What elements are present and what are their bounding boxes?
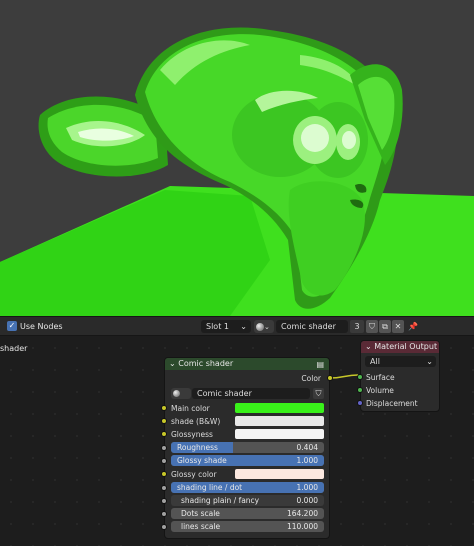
collapse-chevron-icon[interactable]: ⌄ [169, 359, 176, 368]
glossyness-label: Glossyness [171, 430, 213, 439]
output-target-dropdown[interactable]: All ⌄ [365, 356, 436, 367]
lines-scale-value: 110.000 [286, 522, 318, 531]
slot-dropdown[interactable]: Slot 1 ⌄ [201, 320, 251, 333]
comic-shader-node[interactable]: ⌄ Comic shader ▤ Color Comic shader ⛉ Ma… [161, 357, 333, 539]
material-sphere-icon [256, 322, 264, 331]
shading-line-slider[interactable]: shading line / dot 1.000 [171, 482, 324, 493]
chevron-down-icon: ⌄ [426, 357, 433, 366]
use-nodes-checkbox[interactable]: ✓ [7, 321, 17, 331]
group-browse-button[interactable] [171, 388, 191, 399]
lines-scale-field[interactable]: lines scale 110.000 [171, 521, 324, 532]
shading-line-label: shading line / dot [177, 483, 243, 492]
user-count: 3 [354, 322, 360, 331]
chevron-down-icon: ⌄ [264, 323, 270, 331]
surface-socket[interactable] [357, 374, 363, 380]
suzanne-render [0, 27, 474, 316]
slot-label: Slot 1 [206, 322, 229, 331]
dots-scale-label: Dots scale [181, 509, 220, 518]
comic-shader-title: Comic shader [178, 359, 234, 368]
volume-socket[interactable] [357, 387, 363, 393]
surface-label: Surface [366, 373, 395, 382]
main-color-socket[interactable] [161, 405, 167, 411]
node-editor-header: ✓ Use Nodes Slot 1 ⌄ ⌄ Comic shader 3 ⛉ … [0, 316, 474, 336]
material-output-title: Material Output [374, 342, 438, 351]
group-fake-user-shield-icon[interactable]: ⛉ [313, 388, 324, 399]
ground-shadow [0, 190, 270, 316]
lines-scale-socket[interactable] [161, 524, 167, 530]
output-color-socket[interactable] [327, 375, 333, 381]
roughness-label: Roughness [177, 443, 218, 452]
shading-line-socket[interactable] [161, 485, 167, 491]
shading-plain-field[interactable]: shading plain / fancy 0.000 [171, 495, 324, 506]
unlink-close-icon[interactable]: ✕ [392, 320, 404, 333]
dots-scale-socket[interactable] [161, 511, 167, 517]
shading-line-value: 1.000 [296, 483, 318, 492]
pin-icon[interactable]: 📌 [407, 320, 419, 333]
output-target-value: All [370, 357, 380, 366]
glossy-color-socket[interactable] [161, 471, 167, 477]
user-count-button[interactable]: 3 [350, 320, 364, 333]
comic-shader-node-header[interactable]: ⌄ Comic shader ▤ [165, 358, 329, 370]
glossyness-swatch[interactable] [235, 429, 324, 439]
viewport-render[interactable] [0, 0, 474, 316]
glossy-color-label: Glossy color [171, 470, 217, 479]
group-name: Comic shader [197, 389, 252, 398]
node-tree-icon [173, 390, 180, 397]
glossyness-socket[interactable] [161, 431, 167, 437]
color-surface-link [329, 374, 359, 379]
shade-bw-label: shade (B&W) [171, 417, 221, 426]
chevron-down-icon: ⌄ [240, 322, 247, 331]
volume-label: Volume [366, 386, 394, 395]
material-output-header[interactable]: ⌄ Material Output [361, 341, 439, 353]
displacement-label: Displacement [366, 399, 418, 408]
glossy-shade-socket[interactable] [161, 458, 167, 464]
material-browse-button[interactable]: ⌄ [254, 320, 274, 333]
material-name-field[interactable]: Comic shader [276, 320, 348, 333]
dots-scale-field[interactable]: Dots scale 164.200 [171, 508, 324, 519]
glossy-color-swatch[interactable] [235, 469, 324, 479]
main-color-label: Main color [171, 404, 210, 413]
shading-plain-value: 0.000 [296, 496, 318, 505]
dots-scale-value: 164.200 [286, 509, 318, 518]
roughness-slider[interactable]: Roughness 0.404 [171, 442, 324, 453]
group-name-field[interactable]: Comic shader [192, 388, 310, 399]
node-editor-canvas[interactable]: shader ⌄ Comic shader ▤ Color Comic shad… [0, 337, 474, 546]
use-nodes-label: Use Nodes [20, 322, 63, 331]
shading-plain-label: shading plain / fancy [181, 496, 260, 505]
material-name: Comic shader [281, 322, 336, 331]
fake-user-shield-icon[interactable]: ⛉ [366, 320, 378, 333]
output-color-label: Color [301, 374, 321, 383]
shading-plain-socket[interactable] [161, 498, 167, 504]
material-output-node[interactable]: ⌄ Material Output All ⌄ Surface Volume D… [357, 340, 440, 412]
glossy-shade-label: Glossy shade [177, 456, 227, 465]
main-color-swatch[interactable] [235, 403, 324, 413]
roughness-value: 0.404 [296, 443, 318, 452]
glossy-shade-value: 1.000 [296, 456, 318, 465]
shade-bw-socket[interactable] [161, 418, 167, 424]
shade-bw-swatch[interactable] [235, 416, 324, 426]
duplicate-material-icon[interactable]: ⧉ [379, 320, 391, 333]
collapse-chevron-icon[interactable]: ⌄ [365, 342, 372, 351]
lines-scale-label: lines scale [181, 522, 221, 531]
glossy-shade-slider[interactable]: Glossy shade 1.000 [171, 455, 324, 466]
roughness-socket[interactable] [161, 445, 167, 451]
displacement-socket[interactable] [357, 400, 363, 406]
node-group-icon[interactable]: ▤ [316, 359, 324, 371]
